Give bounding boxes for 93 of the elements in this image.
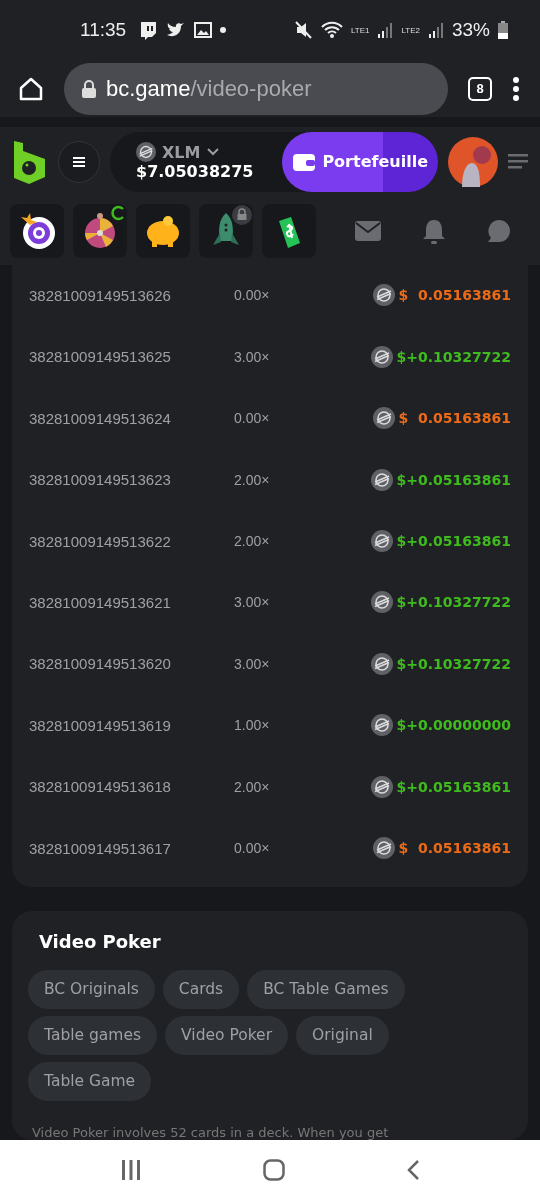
- tag-chip[interactable]: Video Poker: [165, 1015, 289, 1055]
- lock-icon: [82, 79, 96, 98]
- sim-label: LTE2: [401, 25, 420, 35]
- address-bar[interactable]: bc.game/video-poker: [64, 62, 448, 115]
- profit-amount: $+0.05163861: [396, 471, 511, 488]
- stellar-coin-icon: [372, 284, 395, 307]
- stellar-coin-icon: [372, 837, 395, 859]
- profit-amount: $ 0.05163861: [398, 287, 511, 304]
- bet-id: 38281009149513626: [29, 287, 172, 304]
- balance-panel[interactable]: XLM $7.05038275 Portefeuille: [110, 131, 438, 192]
- profit-amount: $ 0.05163861: [398, 840, 511, 856]
- image-icon: [194, 22, 213, 39]
- bell-icon[interactable]: [423, 217, 445, 244]
- piggy-bank-tile[interactable]: [136, 203, 190, 258]
- tag-chip[interactable]: BC Originals: [28, 969, 155, 1009]
- payout-multiplier: 3.00×: [234, 655, 271, 672]
- stellar-coin-icon: [370, 775, 393, 798]
- menu-icon: [73, 156, 85, 167]
- tag-chip[interactable]: BC Table Games: [247, 969, 405, 1009]
- game-description: Video Poker involves 52 cards in a deck. When you get: [32, 1124, 390, 1140]
- payout-multiplier: 0.00×: [234, 840, 271, 856]
- bet-id: 38281009149513622: [29, 532, 172, 550]
- wifi-icon: [320, 21, 343, 40]
- mute-icon: [294, 21, 313, 40]
- recent-apps-icon[interactable]: [120, 1159, 143, 1180]
- more-icon[interactable]: [512, 76, 520, 101]
- stellar-coin-icon: [370, 714, 393, 737]
- back-icon[interactable]: [405, 1158, 420, 1181]
- bet-id: 38281009149513617: [29, 839, 172, 857]
- stellar-coin-icon: [370, 530, 393, 553]
- payout-multiplier: 0.00×: [234, 410, 271, 427]
- profit-amount: $+0.10327722: [396, 348, 511, 365]
- tag-chip[interactable]: Original: [296, 1015, 389, 1055]
- profit-amount: $+0.10327722: [396, 594, 511, 611]
- target-tile[interactable]: [10, 203, 64, 258]
- profit-amount: $+0.00000000: [396, 717, 511, 734]
- bet-id: 38281009149513620: [29, 655, 172, 673]
- signal-icon: [427, 22, 444, 39]
- home-icon[interactable]: [18, 75, 44, 102]
- payout-multiplier: 3.00×: [234, 594, 271, 611]
- payout-multiplier: 1.00×: [234, 717, 271, 734]
- bet-id: 38281009149513619: [29, 716, 172, 734]
- lock-icon: [232, 204, 252, 225]
- tag-chip[interactable]: Cards: [162, 969, 240, 1009]
- payout-multiplier: 0.00×: [234, 287, 271, 304]
- menu-button[interactable]: [58, 140, 100, 183]
- profit-amount: $+0.10327722: [396, 655, 511, 672]
- wallet-icon: [292, 151, 317, 172]
- progress-ring-icon: [110, 204, 126, 221]
- game-title: Video Poker: [39, 930, 162, 952]
- prize-wheel-icon: [82, 210, 118, 251]
- stellar-coin-icon: [136, 142, 156, 163]
- stellar-coin-icon: [370, 591, 393, 614]
- chevron-down-icon[interactable]: [206, 147, 221, 158]
- chat-bubble-icon[interactable]: [487, 218, 511, 243]
- stellar-coin-icon: [370, 345, 393, 368]
- stellar-coin-icon: [372, 407, 395, 430]
- battery-icon: [498, 21, 508, 40]
- stellar-coin-icon: [370, 652, 393, 675]
- profit-amount: $+0.05163861: [396, 533, 511, 550]
- dot-icon: [220, 27, 227, 34]
- mail-icon[interactable]: [355, 220, 381, 241]
- bet-id: 38281009149513625: [29, 348, 172, 366]
- avatar[interactable]: [448, 136, 498, 187]
- status-time: 11:35: [80, 19, 127, 42]
- payout-multiplier: 2.00×: [234, 778, 271, 795]
- currency-label: XLM: [162, 142, 201, 162]
- wheel-tile[interactable]: [73, 203, 127, 258]
- price-tag-tile[interactable]: [262, 203, 316, 258]
- stellar-coin-icon: [370, 468, 393, 491]
- battery-percent: 33%: [451, 19, 490, 42]
- payout-multiplier: 3.00×: [234, 348, 271, 365]
- tab-count-button[interactable]: 8: [468, 76, 492, 101]
- tag-chip[interactable]: Table games: [28, 1015, 158, 1055]
- payout-multiplier: 2.00×: [234, 471, 271, 488]
- logo-icon[interactable]: [12, 138, 48, 185]
- rocket-tile[interactable]: [199, 203, 253, 258]
- tag-chip[interactable]: Table Game: [28, 1061, 152, 1101]
- sim-label: LTE1: [350, 25, 370, 35]
- bet-id: 38281009149513623: [29, 471, 172, 489]
- bet-id: 38281009149513621: [29, 593, 172, 611]
- url-path: /video-poker: [190, 75, 312, 102]
- bet-id: 38281009149513618: [29, 778, 172, 796]
- url-host: bc.game: [106, 75, 191, 102]
- wallet-button[interactable]: Portefeuille: [282, 131, 438, 192]
- payout-multiplier: 2.00×: [234, 533, 271, 550]
- balance-amount: $7.05038275: [136, 162, 255, 182]
- list-icon[interactable]: [508, 153, 528, 170]
- chat-app-icon: [138, 20, 159, 41]
- signal-icon: [377, 22, 394, 39]
- profit-amount: $+0.05163861: [396, 778, 511, 795]
- profit-amount: $ 0.05163861: [398, 410, 511, 427]
- bet-id: 38281009149513624: [29, 409, 172, 427]
